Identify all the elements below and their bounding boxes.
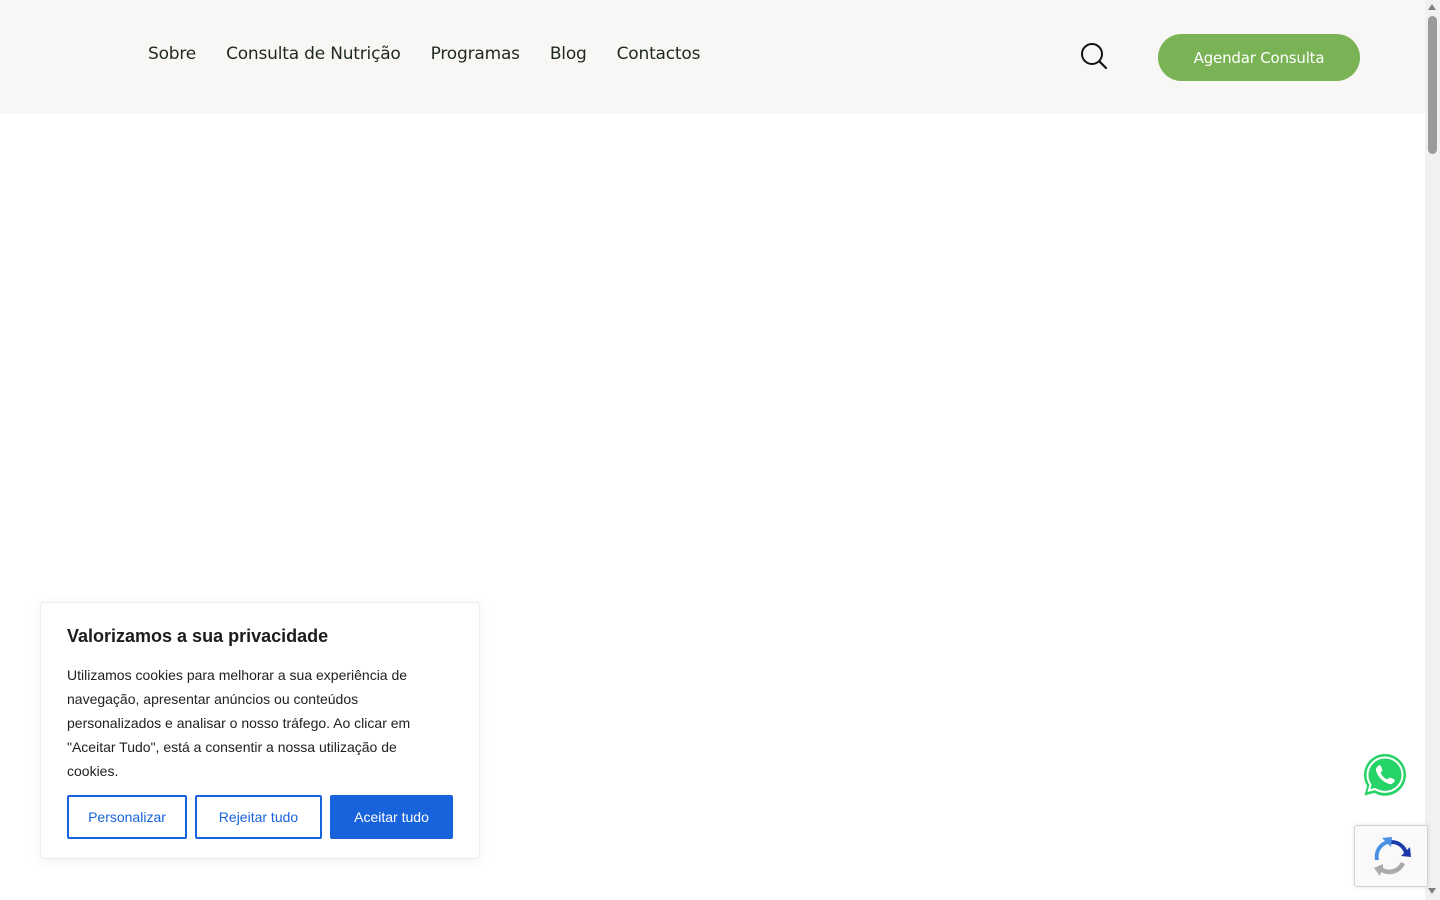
recaptcha-icon	[1374, 837, 1411, 876]
nav-item-blog[interactable]: Blog	[550, 44, 587, 64]
whatsapp-icon	[1364, 754, 1406, 796]
site-header: Sobre Consulta de Nutrição Programas Blo…	[0, 0, 1425, 114]
whatsapp-chat-button[interactable]	[1362, 752, 1408, 798]
main-nav: Sobre Consulta de Nutrição Programas Blo…	[148, 44, 700, 64]
nav-item-contactos[interactable]: Contactos	[617, 44, 701, 64]
recaptcha-badge[interactable]	[1354, 825, 1428, 887]
customize-cookies-button[interactable]: Personalizar	[67, 795, 187, 839]
accept-all-cookies-button[interactable]: Aceitar tudo	[330, 795, 453, 839]
reject-all-cookies-button[interactable]: Rejeitar tudo	[195, 795, 322, 839]
scroll-up-arrow-icon[interactable]	[1428, 4, 1436, 10]
search-icon	[1081, 43, 1108, 70]
book-appointment-button[interactable]: Agendar Consulta	[1158, 34, 1360, 81]
scroll-thumb[interactable]	[1428, 16, 1437, 154]
nav-item-sobre[interactable]: Sobre	[148, 44, 196, 64]
page-scrollbar[interactable]	[1425, 0, 1440, 900]
nav-item-programas[interactable]: Programas	[431, 44, 520, 64]
nav-item-consulta-de-nutricao[interactable]: Consulta de Nutrição	[226, 44, 401, 64]
cookie-banner-actions: Personalizar Rejeitar tudo Aceitar tudo	[67, 795, 453, 839]
cookie-banner-text: Utilizamos cookies para melhorar a sua e…	[67, 667, 411, 779]
search-button[interactable]	[1079, 41, 1109, 71]
cookie-consent-banner: Valorizamos a sua privacidade Utilizamos…	[40, 602, 480, 859]
scroll-down-arrow-icon[interactable]	[1428, 888, 1436, 894]
cookie-banner-title: Valorizamos a sua privacidade	[67, 626, 329, 646]
